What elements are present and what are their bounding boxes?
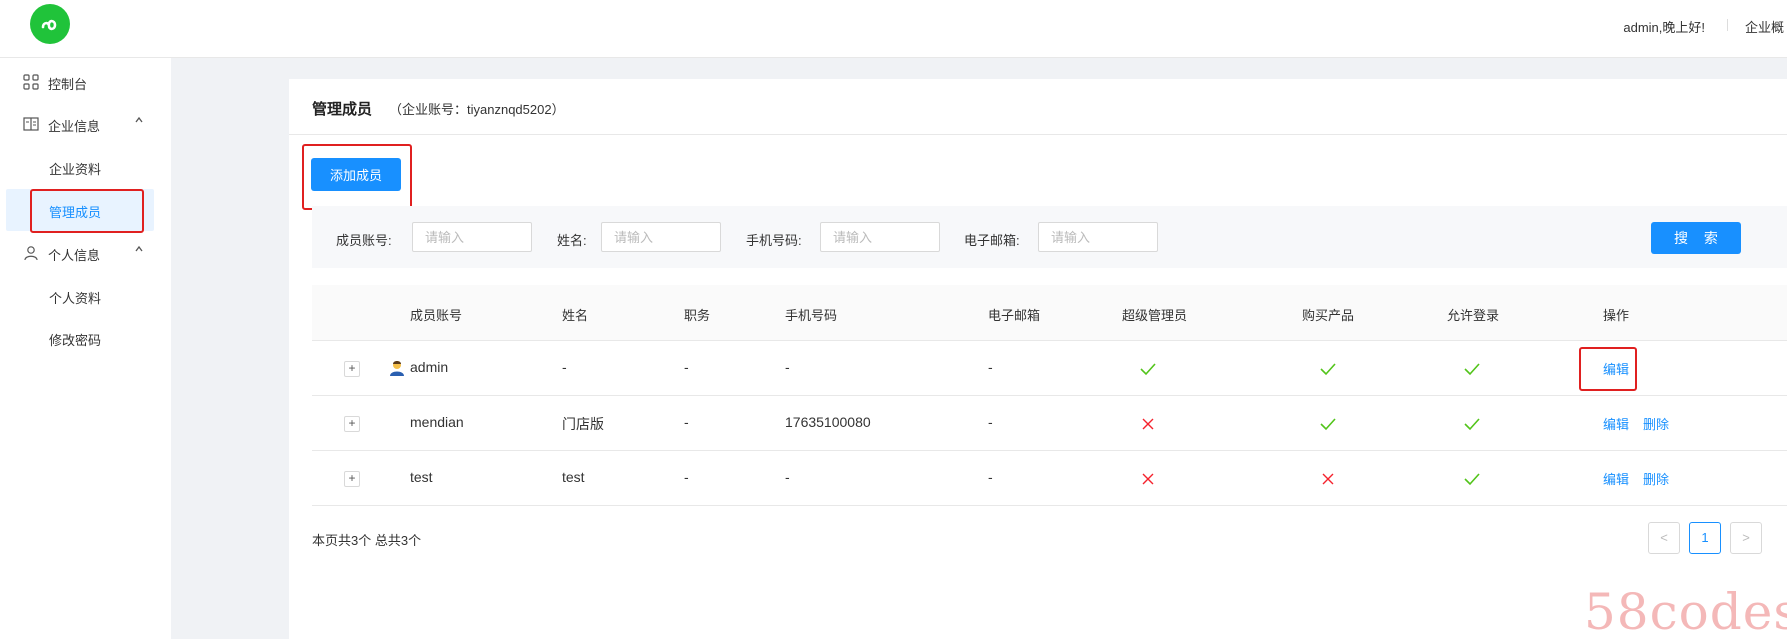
member-name: test [562,469,585,485]
cross-icon [1322,473,1334,485]
watermark: 58codes [1584,583,1787,639]
chevron-up-icon[interactable] [134,115,144,128]
phone-filter-input[interactable] [820,222,940,252]
member-title: - [684,469,689,485]
nav-enterprise-overview[interactable]: 企业概 [1745,17,1784,36]
admin-avatar-icon [390,361,404,376]
sidebar-item-enterprise-info[interactable]: 企业信息 [0,103,171,145]
sidebar-item-label: 个人信息 [48,248,101,263]
edit-link[interactable]: 编辑 [1603,359,1629,378]
check-icon [1320,418,1336,431]
search-button[interactable]: 搜 索 [1651,222,1741,254]
expand-row-button[interactable]: + [344,361,360,377]
page-1-button[interactable]: 1 [1689,522,1721,554]
sidebar-item-label: 企业信息 [48,119,101,134]
page-title: 管理成员 [312,101,373,118]
user-icon [24,246,38,261]
header-divider [1727,19,1728,31]
sidebar-item-label: 修改密码 [49,333,102,348]
edit-link[interactable]: 编辑 [1603,469,1629,488]
column-header[interactable]: 操作 [1603,305,1629,324]
building-icon [23,117,39,131]
delete-link[interactable]: 删除 [1643,469,1669,488]
sidebar-item-label: 企业资料 [49,162,102,177]
table-header: 成员账号 姓名 职务 手机号码 电子邮箱 超级管理员 购买产品 允许登录 操作 [312,285,1787,341]
member-email: - [988,414,993,430]
sidebar-item-label: 控制台 [48,77,88,92]
column-header[interactable]: 手机号码 [785,305,837,324]
table-row: + test test - - - 编辑 删除 [312,451,1787,506]
sidebar-item-personal-info[interactable]: 个人信息 [0,232,171,274]
sidebar-item-label: 管理成员 [49,205,102,220]
check-icon [1320,363,1336,376]
sidebar-item-dashboard[interactable]: 控制台 [0,61,171,103]
column-header[interactable]: 姓名 [562,305,588,324]
member-account: admin [410,359,449,375]
chevron-up-icon[interactable] [134,244,144,257]
sidebar: 控制台 企业信息 企业资料 管理成员 个人信息 个人资料 修改密码 [0,58,171,639]
email-filter-input[interactable] [1038,222,1158,252]
expand-row-button[interactable]: + [344,471,360,487]
member-phone: - [785,359,790,375]
delete-link[interactable]: 删除 [1643,414,1669,433]
member-phone: - [785,469,790,485]
add-member-button[interactable]: 添加成员 [311,158,401,191]
member-name: 门店版 [562,416,604,432]
check-icon [1464,473,1480,486]
name-filter-label: 姓名: [557,233,587,248]
column-header[interactable]: 购买产品 [1302,305,1354,324]
account-filter-input[interactable] [412,222,532,252]
edit-link[interactable]: 编辑 [1603,414,1629,433]
member-account: mendian [410,414,464,430]
prev-page-button[interactable]: < [1648,522,1680,554]
dashboard-icon [23,74,39,90]
member-title: - [684,359,689,375]
pagination-summary: 本页共3个 总共3个 [312,533,422,548]
table-row: + mendian 门店版 - 17635100080 - 编辑 删除 [312,396,1787,451]
main-panel: 管理成员 （企业账号：tiyanznqd5202） 添加成员 成员账号: 姓名:… [289,79,1787,639]
phone-filter-label: 手机号码: [746,233,802,248]
check-icon [1140,363,1156,376]
panel-header: 管理成员 （企业账号：tiyanznqd5202） [289,79,1787,135]
table-row: + admin - - - - 编辑 [312,341,1787,396]
cross-icon [1142,418,1154,430]
account-filter-label: 成员账号: [336,233,392,248]
member-account: test [410,469,433,485]
cross-icon [1142,473,1154,485]
member-email: - [988,359,993,375]
sidebar-item-change-password[interactable]: 修改密码 [0,317,171,359]
top-bar: admin,晚上好! 企业概 [0,0,1787,58]
column-header[interactable]: 成员账号 [410,305,462,324]
column-header[interactable]: 超级管理员 [1122,305,1187,324]
member-name: - [562,359,567,375]
expand-row-button[interactable]: + [344,416,360,432]
column-header[interactable]: 职务 [684,305,710,324]
name-filter-input[interactable] [601,222,721,252]
email-filter-label: 电子邮箱: [964,233,1020,248]
sidebar-item-personal-profile[interactable]: 个人资料 [0,275,171,317]
user-greeting[interactable]: admin,晚上好! [1623,17,1705,36]
member-phone: 17635100080 [785,414,871,430]
member-title: - [684,414,689,430]
next-page-button[interactable]: > [1730,522,1762,554]
member-email: - [988,469,993,485]
check-icon [1464,363,1480,376]
check-icon [1464,418,1480,431]
sidebar-item-label: 个人资料 [49,291,102,306]
app-logo-icon[interactable] [30,4,70,44]
sidebar-item-manage-members[interactable]: 管理成员 [6,189,154,231]
column-header[interactable]: 电子邮箱 [988,305,1040,324]
column-header[interactable]: 允许登录 [1447,305,1499,324]
sidebar-item-enterprise-profile[interactable]: 企业资料 [0,146,171,188]
enterprise-account: （企业账号：tiyanznqd5202） [389,102,565,117]
filter-bar: 成员账号: 姓名: 手机号码: 电子邮箱: 搜 索 [312,206,1787,268]
